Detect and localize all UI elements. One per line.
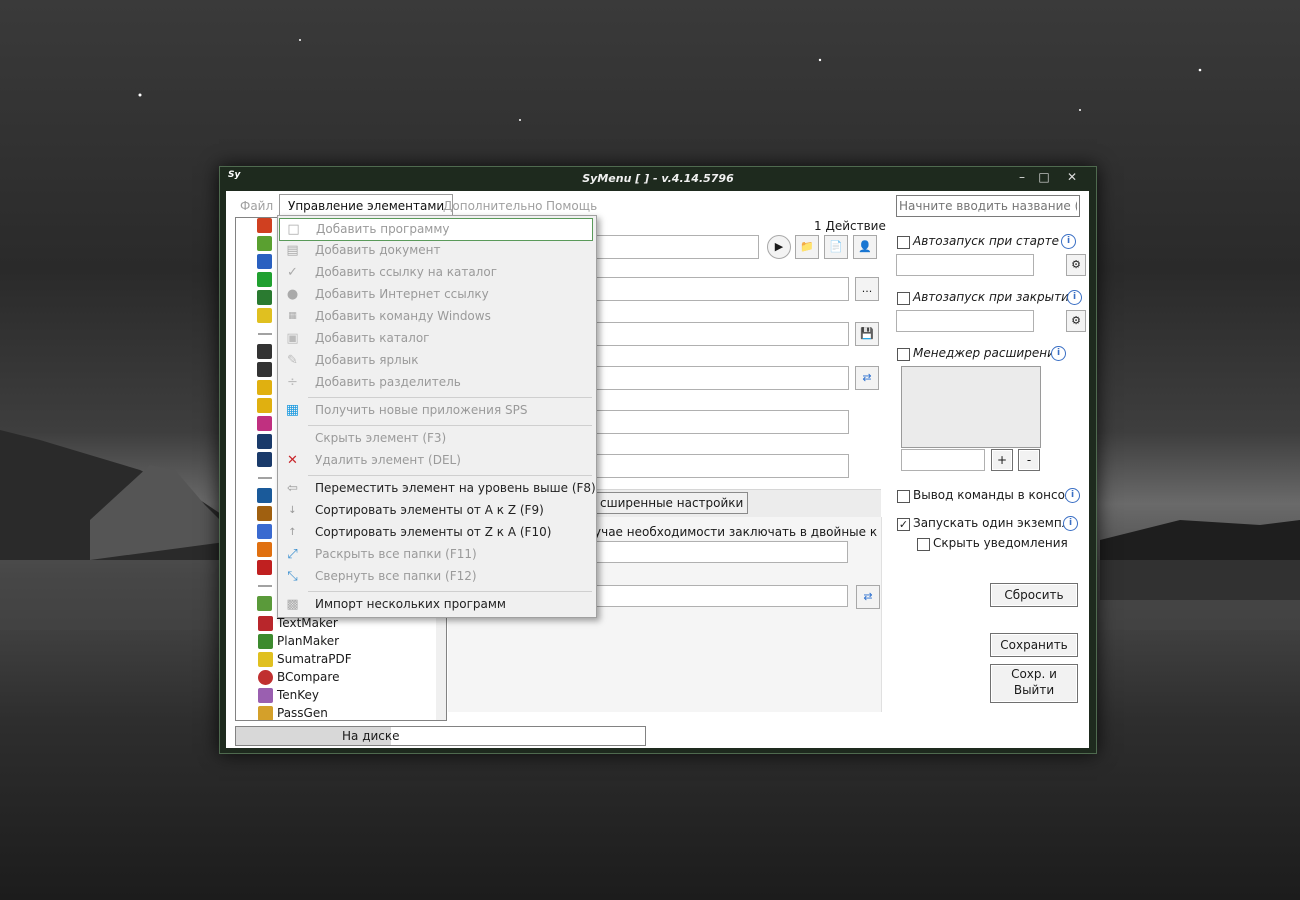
run-as-user-button[interactable]: 👤 — [853, 235, 877, 259]
right-options-panel: Автозапуск при старте i ⚙ Автозапуск при… — [895, 191, 1086, 748]
ext-manager-label: Менеджер расширений — [913, 346, 1063, 360]
tree-item-sumatrapdf[interactable]: SumatraPDF — [258, 650, 352, 668]
program-icon — [257, 380, 272, 395]
program-icon — [257, 308, 272, 323]
program-icon — [257, 218, 272, 233]
info-icon[interactable]: i — [1063, 516, 1078, 531]
console-output-label: Вывод команды в консол — [913, 488, 1073, 502]
autostart-close-field[interactable] — [896, 310, 1034, 332]
arguments-field[interactable] — [588, 541, 848, 563]
program-icon — [257, 506, 272, 521]
swap-icon[interactable]: ⇄ — [855, 366, 879, 390]
tags-field[interactable] — [587, 454, 849, 478]
settings-icon[interactable]: ⚙ — [1066, 310, 1086, 332]
title-bar[interactable]: Sy SyMenu [ ] - v.4.14.5796 – □ ✕ — [220, 167, 1096, 191]
info-icon[interactable]: i — [1051, 346, 1066, 361]
remove-extension-button[interactable]: - — [1018, 449, 1040, 471]
tree-item-bcompare[interactable]: BCompare — [258, 668, 339, 686]
autostart-start-label: Автозапуск при старте — [913, 234, 1059, 248]
actions-count: 1 Действие — [814, 219, 886, 233]
program-icon — [257, 290, 272, 305]
save-and-exit-button[interactable]: Сохр. и Выйти — [990, 664, 1078, 703]
status-bar: На диске — [235, 726, 646, 746]
name-field[interactable] — [587, 235, 759, 259]
tree-item-passgen[interactable]: PassGen — [258, 704, 328, 720]
tenkey-icon — [258, 688, 273, 703]
add-extension-button[interactable]: + — [991, 449, 1013, 471]
run-button[interactable]: ▶ — [767, 235, 791, 259]
open-folder-button[interactable]: 📁 — [795, 235, 819, 259]
info-icon[interactable]: i — [1065, 488, 1080, 503]
tree-icon-column — [257, 218, 272, 611]
program-icon — [257, 272, 272, 287]
planmaker-icon — [258, 634, 273, 649]
icon-field[interactable] — [587, 322, 849, 346]
autostart-close-checkbox[interactable] — [897, 292, 910, 305]
browse-button[interactable]: ... — [855, 277, 879, 301]
program-icon — [257, 398, 272, 413]
tree-item-tenkey[interactable]: TenKey — [258, 686, 319, 704]
menu-manage-items[interactable]: Управление элементами — [279, 194, 454, 217]
program-icon — [257, 236, 272, 251]
reset-button[interactable]: Сбросить — [990, 583, 1078, 607]
single-instance-checkbox[interactable]: ✓ — [897, 518, 910, 531]
program-icon — [257, 362, 272, 377]
menu-help[interactable]: Помощь — [546, 195, 597, 217]
autostart-start-field[interactable] — [896, 254, 1034, 276]
ext-manager-checkbox[interactable] — [897, 348, 910, 361]
close-icon[interactable]: ✕ — [1063, 169, 1081, 185]
path-field[interactable] — [587, 277, 849, 301]
console-output-checkbox[interactable] — [897, 490, 910, 503]
bcompare-icon — [258, 670, 273, 685]
single-instance-label: Запускать один экземпля — [913, 516, 1077, 530]
program-icon — [257, 596, 272, 611]
program-icon — [257, 560, 272, 575]
settings-icon[interactable]: ⚙ — [1066, 254, 1086, 276]
sumatrapdf-icon — [258, 652, 273, 667]
quote-hint-label: учае необходимости заключать в двойные к — [594, 525, 878, 539]
program-icon — [257, 416, 272, 431]
menu-file[interactable]: Файл — [240, 195, 273, 217]
hide-notifications-checkbox[interactable] — [917, 538, 930, 551]
working-dir-field[interactable] — [587, 366, 849, 390]
autostart-close-label: Автозапуск при закрыти — [913, 290, 1069, 304]
description-field[interactable] — [587, 410, 849, 434]
program-icon — [257, 344, 272, 359]
disk-status-text: На диске — [342, 729, 400, 743]
maximize-icon[interactable]: □ — [1035, 169, 1053, 185]
save-button[interactable]: Сохранить — [990, 633, 1078, 657]
program-icon — [257, 542, 272, 557]
program-icon — [257, 434, 272, 449]
extensions-list[interactable] — [901, 366, 1041, 448]
extra-field[interactable] — [588, 585, 848, 607]
document-button[interactable]: 📄 — [824, 235, 848, 259]
search-input[interactable] — [896, 195, 1080, 217]
passgen-icon — [258, 706, 273, 720]
program-icon — [257, 524, 272, 539]
extension-field[interactable] — [901, 449, 985, 471]
hide-notifications-label: Скрыть уведомления — [933, 536, 1068, 550]
save-icon-button[interactable]: 💾 — [855, 322, 879, 346]
autostart-start-checkbox[interactable] — [897, 236, 910, 249]
tree-item-planmaker[interactable]: PlanMaker — [258, 632, 339, 650]
tab-advanced-settings[interactable]: сширенные настройки — [595, 492, 749, 514]
minimize-icon[interactable]: – — [1013, 169, 1031, 185]
swap-icon[interactable]: ⇄ — [856, 585, 880, 609]
info-icon[interactable]: i — [1067, 290, 1082, 305]
program-icon — [257, 452, 272, 467]
info-icon[interactable]: i — [1061, 234, 1076, 249]
program-icon — [257, 488, 272, 503]
menu-extra[interactable]: Дополнительно — [443, 195, 543, 217]
window-title: SyMenu [ ] - v.4.14.5796 — [582, 172, 734, 185]
program-icon — [257, 254, 272, 269]
textmaker-icon — [258, 616, 273, 631]
